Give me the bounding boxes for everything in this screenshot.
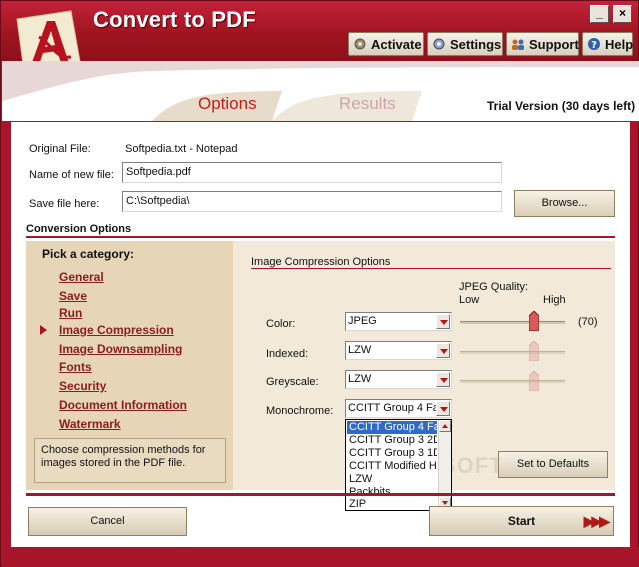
settings-gear-icon [432,36,446,52]
color-quality-slider[interactable] [460,321,565,324]
app-title: Convert to PDF [93,7,256,32]
help-button[interactable]: ? Help [582,32,633,56]
start-arrows-icon: ▶▶▶ [583,513,610,529]
minimize-button[interactable]: _ [590,5,609,23]
activate-button[interactable]: Activate [348,32,424,56]
category-description: Choose compression methods for images st… [34,438,226,483]
original-file-label: Original File: [29,143,91,155]
trial-status: Trial Version (30 days left) [487,99,636,113]
monochrome-compression-select[interactable]: CCITT Group 4 Fax [345,399,452,418]
chevron-down-icon[interactable] [436,343,450,358]
app-window: Convert to PDF _ × Activate Settings Sup… [0,0,639,567]
bottom-frame [2,547,639,567]
selected-arrow-icon [40,325,47,335]
color-quality-slider-thumb[interactable] [528,311,539,331]
cancel-button[interactable]: Cancel [28,507,187,536]
set-to-defaults-button[interactable]: Set to Defaults [498,451,608,478]
indexed-compression-select[interactable]: LZW [345,341,452,360]
gear-icon [353,36,367,52]
chevron-down-icon[interactable] [436,372,450,387]
image-compression-title: Image Compression Options [251,256,391,268]
category-watermark[interactable]: Watermark [59,417,121,431]
greyscale-compression-select[interactable]: LZW [345,370,452,389]
conversion-options-title: Conversion Options [26,223,132,235]
category-image-downsampling[interactable]: Image Downsampling [59,342,182,356]
new-name-label: Name of new file: [29,169,114,181]
pick-category-label: Pick a category: [42,247,135,261]
help-label: Help [605,36,634,52]
indexed-compression-value: LZW [348,344,372,356]
dropdown-option[interactable]: CCITT Modified Huffman [347,460,437,473]
start-label: Start [507,514,536,528]
save-location-input[interactable]: C:\Softpedia\ [122,191,502,212]
settings-button[interactable]: Settings [427,32,503,56]
greyscale-label: Greyscale: [266,376,319,388]
scroll-up-icon[interactable] [439,420,451,432]
indexed-label: Indexed: [266,348,309,360]
greyscale-quality-slider [460,380,565,383]
start-button[interactable]: Start ▶▶▶ [429,506,614,536]
close-button[interactable]: × [613,5,632,23]
dropdown-option[interactable]: LZW [347,473,437,486]
dropdown-option[interactable]: CCITT Group 3 1D [347,447,437,460]
monochrome-label: Monochrome: [266,405,334,417]
support-button[interactable]: Support [506,32,579,56]
category-general[interactable]: General [59,270,104,284]
browse-button[interactable]: Browse... [514,190,615,217]
tab-options[interactable]: Options [198,94,257,114]
color-compression-select[interactable]: JPEG [345,312,452,331]
dropdown-scrollbar[interactable] [438,420,451,510]
dropdown-option[interactable]: CCITT Group 4 Fax [347,421,437,434]
greyscale-quality-slider-thumb [528,371,539,391]
quality-high-label: High [543,294,566,306]
tab-swoosh-decoration [2,61,639,123]
original-file-value: Softpedia.txt - Notepad [125,143,238,155]
save-location-label: Save file here: [29,198,100,210]
chevron-down-icon[interactable] [436,314,450,329]
title-bar: Convert to PDF _ × Activate Settings Sup… [1,1,638,87]
monochrome-dropdown-list[interactable]: CCITT Group 4 Fax CCITT Group 3 2D CCITT… [345,419,452,511]
dropdown-option[interactable]: CCITT Group 3 2D [347,434,437,447]
indexed-quality-slider [460,351,565,354]
jpeg-quality-label: JPEG Quality: [459,281,529,293]
category-security[interactable]: Security [59,379,106,393]
settings-label: Settings [450,36,502,52]
tab-band [2,61,639,123]
chevron-down-icon[interactable] [436,401,450,416]
new-name-input[interactable]: Softpedia.pdf [122,162,502,183]
category-run[interactable]: Run [59,306,82,320]
category-save[interactable]: Save [59,289,87,303]
greyscale-compression-value: LZW [348,373,372,385]
color-label: Color: [266,318,296,330]
category-image-compression[interactable]: Image Compression [59,323,174,337]
color-quality-value: (70) [578,316,598,328]
svg-text:?: ? [591,40,597,51]
category-fonts[interactable]: Fonts [59,360,92,374]
activate-label: Activate [371,36,422,52]
help-icon: ? [587,36,601,52]
monochrome-compression-value: CCITT Group 4 Fax [348,402,445,414]
image-compression-divider [251,268,611,269]
tab-results[interactable]: Results [339,94,396,114]
bottom-divider [26,493,615,496]
dropdown-option[interactable]: ZIP [347,498,437,511]
support-people-icon [511,36,525,52]
indexed-quality-slider-thumb [528,341,539,361]
color-compression-value: JPEG [348,315,377,327]
quality-low-label: Low [459,294,480,306]
support-label: Support [529,36,579,52]
section-divider [26,236,615,238]
category-document-information[interactable]: Document Information [59,398,187,412]
